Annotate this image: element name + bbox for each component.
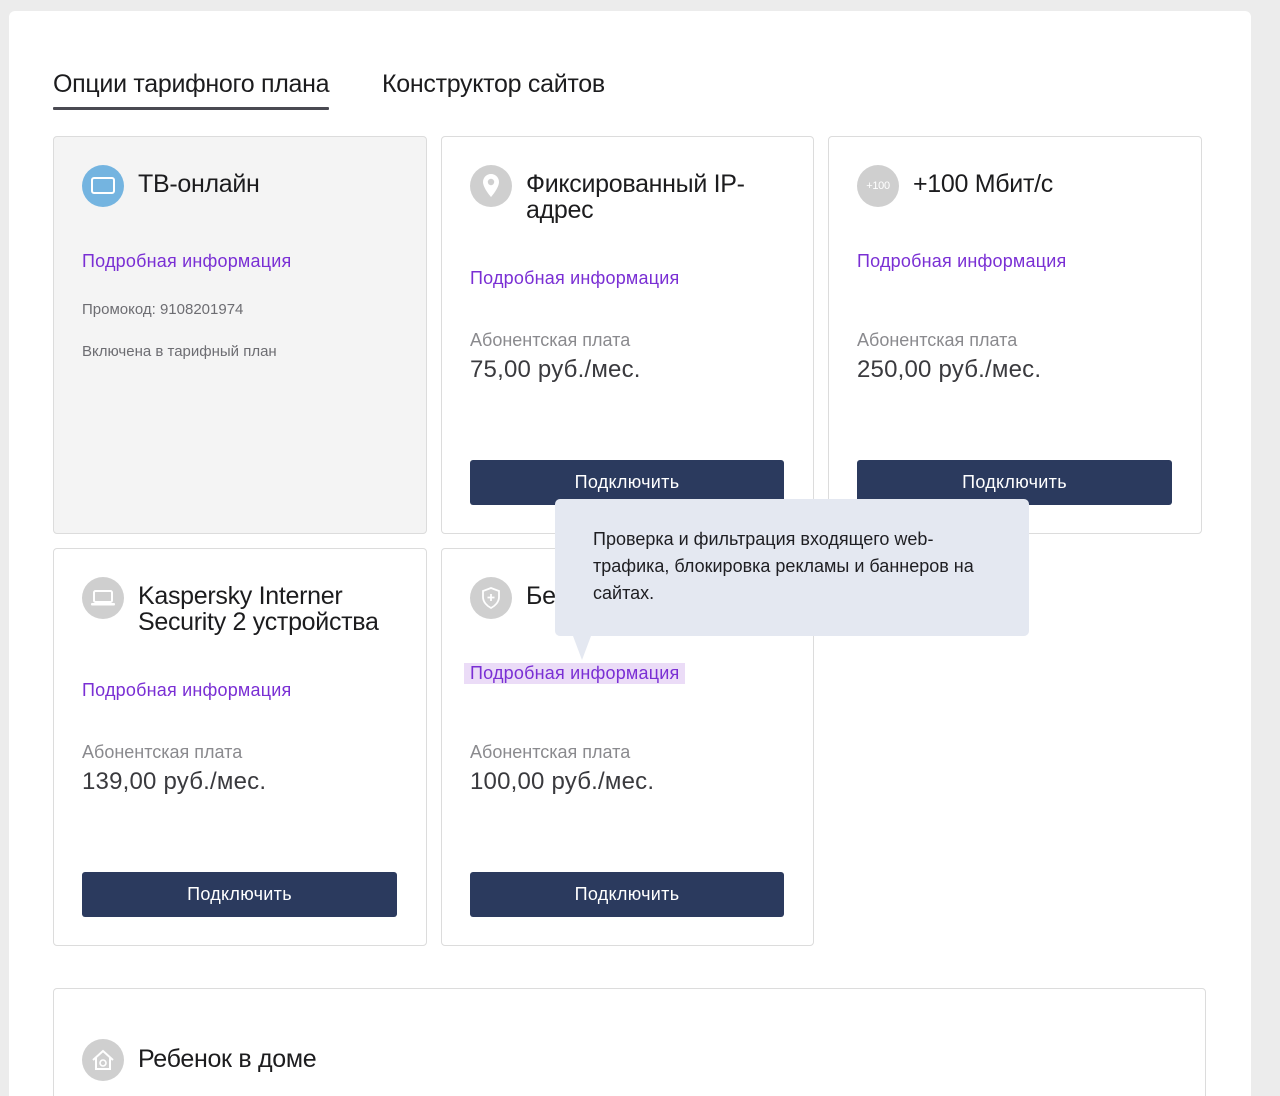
details-link[interactable]: Подробная информация <box>82 251 291 272</box>
fee-value: 139,00 руб./мес. <box>82 768 267 795</box>
laptop-icon <box>82 577 124 619</box>
included-status: Включена в тарифный план <box>82 343 277 360</box>
option-card-tv-online: ТВ-онлайн Подробная информация Промокод:… <box>53 136 427 534</box>
connect-button[interactable]: Подключить <box>82 872 397 917</box>
option-title: Фиксированный IP-адрес <box>526 170 745 224</box>
icon-label: +100 <box>866 180 890 192</box>
plus-100-icon: +100 <box>857 165 899 207</box>
details-tooltip: Проверка и фильтрация входящего web-траф… <box>555 499 1029 660</box>
tab-site-builder[interactable]: Конструктор сайтов <box>382 70 605 99</box>
fee-label: Абонентская плата <box>470 742 631 762</box>
details-link[interactable]: Подробная информация <box>464 663 686 684</box>
fee-value: 250,00 руб./мес. <box>857 356 1042 383</box>
fee-label: Абонентская плата <box>82 742 243 762</box>
option-title: ТВ-онлайн <box>138 170 260 198</box>
option-title: Ребенок в доме <box>138 1045 317 1073</box>
option-card-kaspersky: Kaspersky Interner Security 2 устройства… <box>53 548 427 946</box>
details-link[interactable]: Подробная информация <box>82 680 291 701</box>
option-card-fixed-ip: Фиксированный IP-адрес Подробная информа… <box>441 136 814 534</box>
option-title: +100 Мбит/с <box>913 170 1053 198</box>
option-card-child-at-home: Ребенок в доме <box>53 988 1206 1096</box>
tab-tariff-options[interactable]: Опции тарифного плана <box>53 70 330 110</box>
fee-value: 75,00 руб./мес. <box>470 356 641 383</box>
fee-label: Абонентская плата <box>470 330 631 350</box>
connect-button[interactable]: Подключить <box>470 872 784 917</box>
tv-icon <box>82 165 124 207</box>
details-link[interactable]: Подробная информация <box>470 268 679 289</box>
shield-icon <box>470 577 512 619</box>
details-link[interactable]: Подробная информация <box>857 251 1066 272</box>
tooltip-text: Проверка и фильтрация входящего web-траф… <box>593 529 974 603</box>
option-card-speed-boost: +100 +100 Мбит/с Подробная информация Аб… <box>828 136 1202 534</box>
house-icon <box>82 1039 124 1081</box>
fee-label: Абонентская плата <box>857 330 1018 350</box>
option-title: Kaspersky Interner Security 2 устройства <box>138 582 379 636</box>
location-pin-icon <box>470 165 512 207</box>
fee-value: 100,00 руб./мес. <box>470 768 655 795</box>
promo-code: Промокод: 9108201974 <box>82 301 244 318</box>
